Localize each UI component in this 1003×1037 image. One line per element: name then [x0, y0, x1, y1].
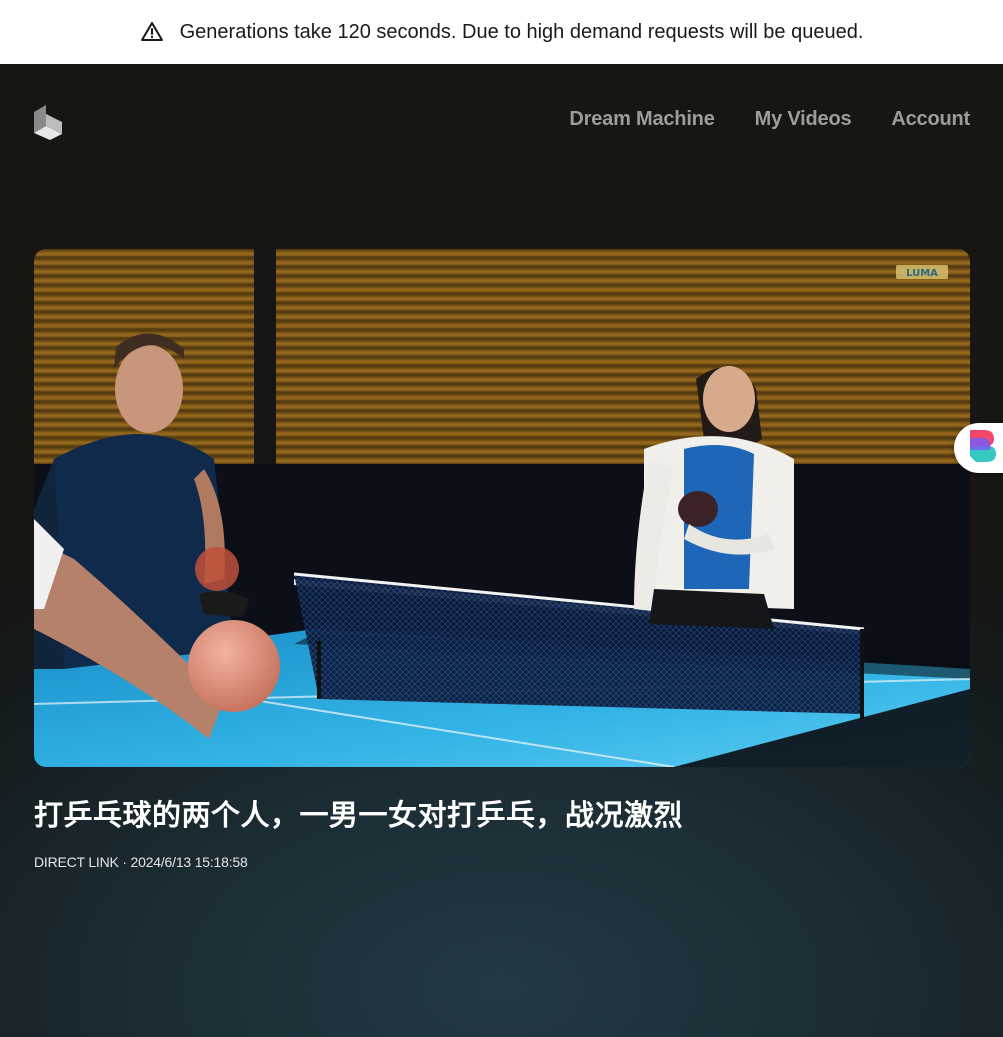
- warning-triangle-icon: [140, 20, 164, 44]
- meta-separator: ·: [118, 854, 131, 870]
- watermark-icon: LUMA: [896, 265, 948, 279]
- nav-dream-machine[interactable]: Dream Machine: [569, 108, 714, 131]
- svg-text:LUMA: LUMA: [906, 268, 938, 279]
- browser-extension-button[interactable]: [954, 423, 1003, 473]
- generated-video[interactable]: LUMA: [34, 249, 970, 767]
- browser-extension-icon: [966, 428, 998, 469]
- direct-link[interactable]: DIRECT LINK: [34, 854, 119, 870]
- nav-account[interactable]: Account: [891, 108, 970, 131]
- luma-logo-icon[interactable]: [32, 104, 64, 140]
- nav-my-videos[interactable]: My Videos: [755, 108, 852, 131]
- banner-text: Generations take 120 seconds. Due to hig…: [179, 20, 864, 43]
- generation-title: 打乒乓球的两个人，一男一女对打乒乓，战况激烈: [34, 798, 684, 832]
- top-nav: Dream Machine My Videos Account: [569, 108, 970, 131]
- queue-warning-banner: Generations take 120 seconds. Due to hig…: [0, 0, 1003, 64]
- generation-timestamp: 2024/6/13 15:18:58: [130, 854, 248, 870]
- main-area: Dream Machine My Videos Account LUMA 打乒乓…: [0, 64, 1003, 1037]
- generation-meta: DIRECT LINK · 2024/6/13 15:18:58: [34, 854, 248, 870]
